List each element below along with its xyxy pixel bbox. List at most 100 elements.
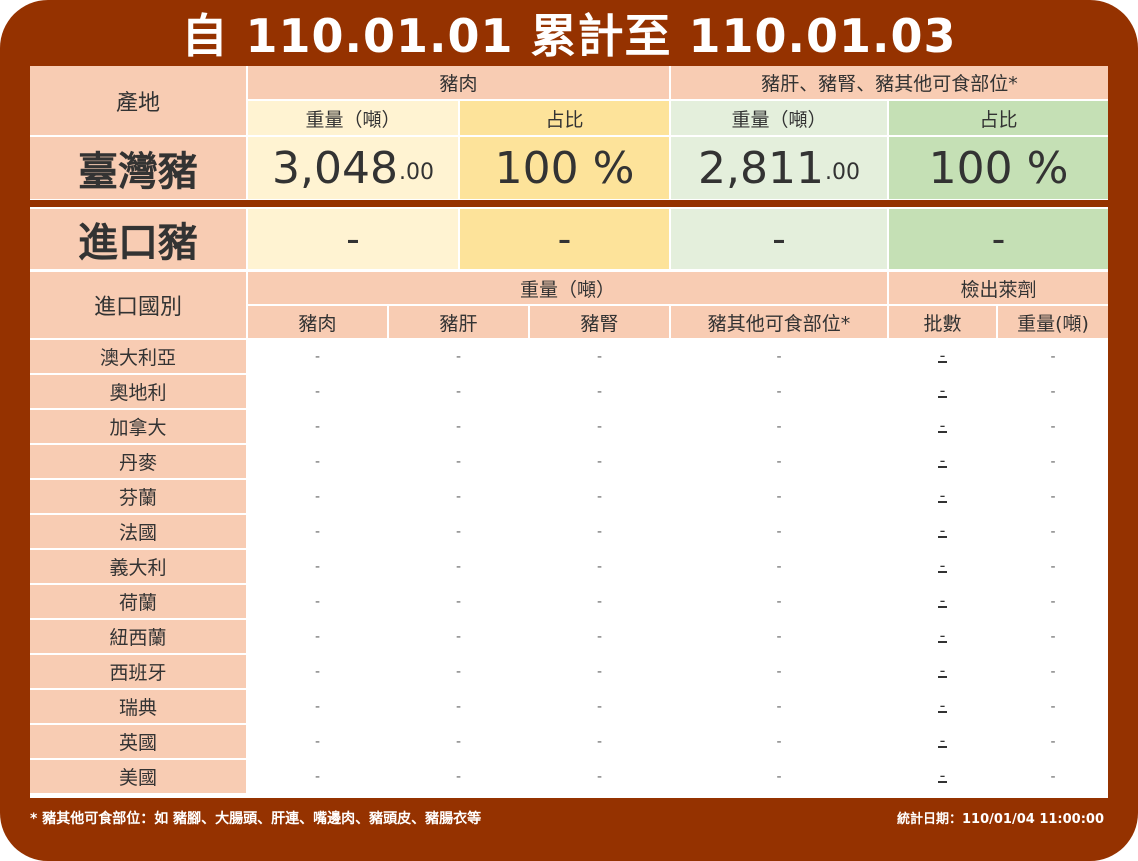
- col-header-batches: 批數: [889, 306, 996, 338]
- batch-count-value: -: [937, 730, 948, 750]
- batch-count-cell: -: [889, 655, 996, 688]
- batch-count-cell: -: [889, 515, 996, 548]
- value-cell: -: [530, 375, 669, 408]
- value-cell: -: [248, 375, 387, 408]
- country-label: 荷蘭: [30, 585, 246, 618]
- value-cell: -: [530, 585, 669, 618]
- batch-count-cell: -: [889, 445, 996, 478]
- offal-ratio-header: 占比: [889, 101, 1108, 135]
- value-cell: -: [998, 480, 1108, 513]
- batch-count-value: -: [937, 660, 948, 680]
- value-cell: -: [998, 725, 1108, 758]
- imported-offal-weight: -: [671, 209, 887, 269]
- batch-count-cell: -: [889, 725, 996, 758]
- batch-count-cell: -: [889, 550, 996, 583]
- taiwan-label: 臺灣豬: [30, 137, 246, 199]
- col-header-liver: 豬肝: [389, 306, 528, 338]
- value-cell: -: [530, 515, 669, 548]
- value-cell: -: [998, 410, 1108, 443]
- country-label: 加拿大: [30, 410, 246, 443]
- country-header: 進口國別: [30, 272, 246, 338]
- imported-pork-ratio: -: [460, 209, 669, 269]
- taiwan-pork-weight-dec: .00: [398, 160, 434, 185]
- taiwan-offal-weight-dec: .00: [824, 160, 860, 185]
- value-cell: -: [248, 445, 387, 478]
- value-cell: -: [389, 515, 528, 548]
- country-label: 奧地利: [30, 375, 246, 408]
- value-cell: -: [248, 515, 387, 548]
- stats-date: 統計日期：110/01/04 11:00:00: [896, 812, 1104, 827]
- value-cell: -: [248, 480, 387, 513]
- country-label: 英國: [30, 725, 246, 758]
- value-cell: -: [998, 585, 1108, 618]
- pork-weight-header: 重量（噸）: [248, 101, 458, 135]
- offal-header: 豬肝、豬腎、豬其他可食部位*: [671, 66, 1108, 99]
- batch-count-cell: -: [889, 690, 996, 723]
- value-cell: -: [389, 445, 528, 478]
- country-label: 丹麥: [30, 445, 246, 478]
- imported-pork-weight: -: [248, 209, 458, 269]
- batch-count-cell: -: [889, 375, 996, 408]
- value-cell: -: [671, 550, 887, 583]
- taiwan-offal-weight: 2,811.00: [671, 137, 887, 199]
- batch-count-value: -: [937, 415, 948, 435]
- country-label: 義大利: [30, 550, 246, 583]
- col-header-other: 豬其他可食部位*: [671, 306, 887, 338]
- value-cell: -: [530, 445, 669, 478]
- taiwan-pork-weight-int: 3,048: [272, 142, 398, 194]
- value-cell: -: [998, 760, 1108, 793]
- value-cell: -: [671, 655, 887, 688]
- batch-count-value: -: [937, 765, 948, 785]
- pork-ratio-header: 占比: [460, 101, 669, 135]
- batch-count-cell: -: [889, 410, 996, 443]
- value-cell: -: [671, 445, 887, 478]
- value-cell: -: [671, 690, 887, 723]
- value-cell: -: [671, 515, 887, 548]
- value-cell: -: [248, 655, 387, 688]
- batch-count-cell: -: [889, 620, 996, 653]
- batch-count-value: -: [937, 555, 948, 575]
- value-cell: -: [671, 340, 887, 373]
- value-cell: -: [389, 585, 528, 618]
- value-cell: -: [530, 725, 669, 758]
- offal-weight-header: 重量（噸）: [671, 101, 887, 135]
- value-cell: -: [389, 620, 528, 653]
- country-label: 瑞典: [30, 690, 246, 723]
- footnote: * 豬其他可食部位：如 豬腳、大腸頭、肝連、嘴邊肉、豬頭皮、豬腸衣等: [30, 811, 482, 827]
- batch-count-cell: -: [889, 585, 996, 618]
- value-cell: -: [530, 480, 669, 513]
- batch-count-value: -: [937, 380, 948, 400]
- page-title: 自 110.01.01 累計至 110.01.03: [181, 9, 957, 63]
- value-cell: -: [998, 445, 1108, 478]
- value-cell: -: [248, 725, 387, 758]
- batch-count-cell: -: [889, 480, 996, 513]
- value-cell: -: [671, 585, 887, 618]
- value-cell: -: [671, 375, 887, 408]
- value-cell: -: [389, 690, 528, 723]
- col-header-detect-weight: 重量(噸): [998, 306, 1108, 338]
- value-cell: -: [998, 340, 1108, 373]
- value-cell: -: [248, 410, 387, 443]
- value-cell: -: [248, 340, 387, 373]
- batch-count-value: -: [937, 520, 948, 540]
- detect-header: 檢出萊劑: [889, 272, 1108, 304]
- value-cell: -: [998, 550, 1108, 583]
- value-cell: -: [389, 550, 528, 583]
- country-label: 澳大利亞: [30, 340, 246, 373]
- taiwan-offal-ratio: 100 %: [889, 137, 1108, 199]
- value-cell: -: [248, 550, 387, 583]
- batch-count-value: -: [937, 695, 948, 715]
- value-cell: -: [671, 760, 887, 793]
- batch-count-cell: -: [889, 340, 996, 373]
- detail-weight-header: 重量（噸）: [248, 272, 887, 304]
- value-cell: -: [530, 655, 669, 688]
- value-cell: -: [998, 515, 1108, 548]
- taiwan-pork-weight: 3,048.00: [248, 137, 458, 199]
- value-cell: -: [530, 410, 669, 443]
- value-cell: -: [671, 725, 887, 758]
- value-cell: -: [389, 340, 528, 373]
- origin-header: 產地: [30, 66, 246, 135]
- value-cell: -: [389, 410, 528, 443]
- pork-header: 豬肉: [248, 66, 669, 99]
- value-cell: -: [389, 760, 528, 793]
